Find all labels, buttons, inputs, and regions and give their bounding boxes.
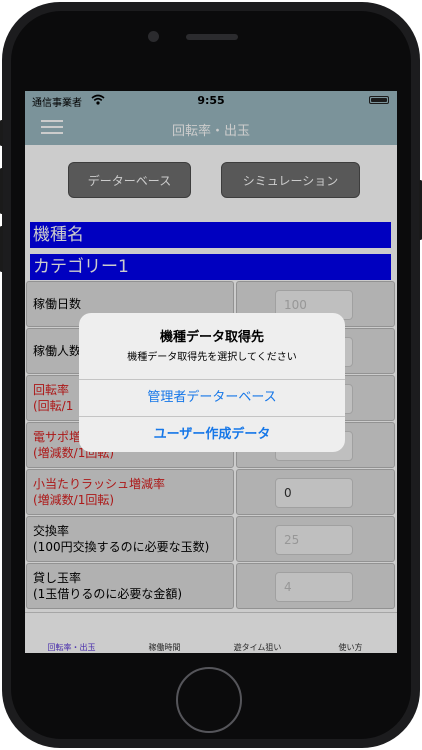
- user-data-action[interactable]: ユーザー作成データ: [79, 417, 345, 452]
- home-button[interactable]: [176, 667, 242, 733]
- front-camera: [148, 31, 159, 42]
- mute-switch: [0, 120, 3, 146]
- admin-database-action[interactable]: 管理者データーベース: [79, 380, 345, 416]
- earpiece-speaker: [186, 34, 238, 40]
- data-source-alert: 機種データ取得先 機種データ取得先を選択してください 管理者データーベース ユー…: [79, 313, 345, 452]
- volume-up-button: [0, 168, 3, 214]
- volume-down-button: [0, 226, 3, 272]
- alert-title: 機種データ取得先: [159, 330, 264, 345]
- alert-message: 機種データ取得先を選択してください: [127, 352, 297, 363]
- app-screen: 通信事業者 9:55 回転率・出玉 データーベース シミュレーション 機種名 カ…: [25, 91, 397, 653]
